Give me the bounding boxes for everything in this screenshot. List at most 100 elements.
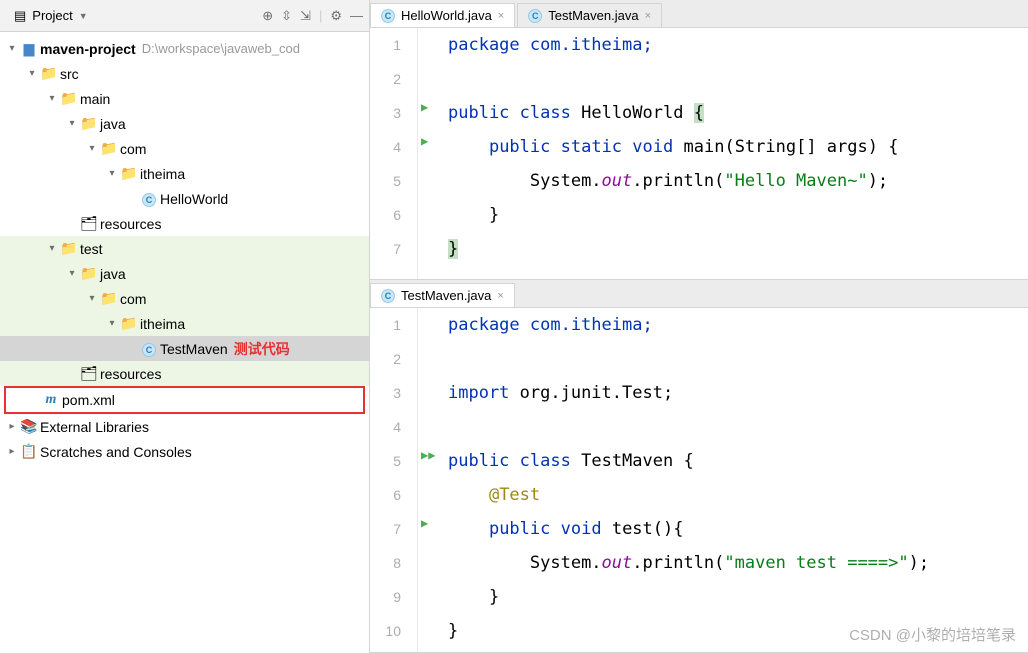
close-icon[interactable]: × bbox=[497, 290, 503, 302]
chevron-down-icon[interactable]: ▾ bbox=[64, 268, 80, 279]
hide-icon[interactable]: — bbox=[350, 8, 363, 23]
tab-helloworld[interactable]: C HelloWorld.java × bbox=[370, 3, 515, 27]
chevron-down-icon[interactable]: ▾ bbox=[104, 168, 120, 179]
tab-testmaven-bottom[interactable]: C TestMaven.java × bbox=[370, 283, 515, 307]
tree-com-main[interactable]: ▾ 📁 com bbox=[0, 136, 369, 161]
tree-main[interactable]: ▾ 📁 main bbox=[0, 86, 369, 111]
class-icon: C bbox=[140, 190, 158, 207]
editor-bottom: C TestMaven.java × 12345678910 ▶▶ ▶ pack… bbox=[370, 280, 1028, 653]
annotation: @Test bbox=[489, 485, 540, 505]
tree-pom[interactable]: m pom.xml bbox=[6, 388, 363, 413]
sidebar-toolbar: ⊕ ⇳ ⇲ | ⚙ — bbox=[262, 8, 363, 24]
tree-label: External Libraries bbox=[38, 419, 149, 435]
field: out bbox=[602, 553, 633, 573]
project-tool-title[interactable]: ▤ Project ▼ bbox=[6, 6, 96, 26]
target-icon[interactable]: ⊕ bbox=[262, 8, 273, 24]
run-icon[interactable]: ▶ bbox=[421, 516, 428, 530]
tree-helloworld[interactable]: C HelloWorld bbox=[0, 186, 369, 211]
ide-window: ▤ Project ▼ ⊕ ⇳ ⇲ | ⚙ — ▾ ▆ maven-projec… bbox=[0, 0, 1028, 653]
tree-resources-main[interactable]: 🗂 resources bbox=[0, 211, 369, 236]
tree-label: itheima bbox=[138, 316, 185, 332]
package-icon: 📁 bbox=[120, 315, 138, 332]
code-body[interactable]: package com.itheima; import org.junit.Te… bbox=[436, 308, 1028, 652]
method: main bbox=[684, 137, 725, 157]
tree-scratches[interactable]: ▸ 📋 Scratches and Consoles bbox=[0, 439, 369, 464]
tree-label: com bbox=[118, 291, 146, 307]
txt: System. bbox=[530, 171, 602, 191]
root-label: maven-project bbox=[38, 41, 136, 57]
kw: void bbox=[632, 137, 673, 157]
params: (String[] args) { bbox=[724, 137, 898, 157]
tree-external-libs[interactable]: ▸ 📚 External Libraries bbox=[0, 414, 369, 439]
folder-icon: 📁 bbox=[60, 90, 78, 107]
txt: .println( bbox=[632, 553, 724, 573]
code-editor-top[interactable]: 1234567 ▶ ▶ package com.itheima; public … bbox=[370, 28, 1028, 279]
string: "Hello Maven~" bbox=[724, 171, 867, 191]
field: out bbox=[602, 171, 633, 191]
txt: (){ bbox=[653, 519, 684, 539]
tab-bar-bottom: C TestMaven.java × bbox=[370, 280, 1028, 308]
tree-root[interactable]: ▾ ▆ maven-project D:\workspace\javaweb_c… bbox=[0, 36, 369, 61]
package-icon: 📁 bbox=[120, 165, 138, 182]
tree-label: java bbox=[98, 266, 126, 282]
resources-icon: 🗂 bbox=[80, 365, 98, 382]
tree-src[interactable]: ▾ 📁 src bbox=[0, 61, 369, 86]
run-icon[interactable]: ▶ bbox=[421, 100, 428, 114]
tree-java-main[interactable]: ▾ 📁 java bbox=[0, 111, 369, 136]
test-folder-icon: 📁 bbox=[80, 265, 98, 282]
project-tree[interactable]: ▾ ▆ maven-project D:\workspace\javaweb_c… bbox=[0, 32, 369, 653]
dropdown-icon: ▼ bbox=[79, 11, 88, 21]
expand-icon[interactable]: ⇲ bbox=[300, 8, 311, 24]
library-icon: 📚 bbox=[20, 418, 38, 435]
run-icon[interactable]: ▶ bbox=[421, 134, 428, 148]
tree-itheima-main[interactable]: ▾ 📁 itheima bbox=[0, 161, 369, 186]
txt: org.junit.Test; bbox=[520, 383, 674, 403]
highlight-box: m pom.xml bbox=[4, 386, 365, 414]
folder-icon: 📁 bbox=[60, 240, 78, 257]
package-icon: 📁 bbox=[100, 140, 118, 157]
brace: { bbox=[694, 103, 704, 123]
tab-bar-top: C HelloWorld.java × C TestMaven.java × bbox=[370, 0, 1028, 28]
tree-resources-test[interactable]: 🗂 resources bbox=[0, 361, 369, 386]
chevron-down-icon[interactable]: ▾ bbox=[24, 68, 40, 79]
tree-label: pom.xml bbox=[60, 392, 115, 408]
close-icon[interactable]: × bbox=[498, 10, 504, 22]
kw: void bbox=[561, 519, 602, 539]
gutter-icons: ▶ ▶ bbox=[418, 28, 436, 279]
tree-com-test[interactable]: ▾ 📁 com bbox=[0, 286, 369, 311]
tree-testmaven[interactable]: C TestMaven 测试代码 bbox=[0, 336, 369, 361]
kw: public bbox=[489, 519, 550, 539]
class-icon: C bbox=[528, 9, 542, 23]
chevron-down-icon[interactable]: ▾ bbox=[84, 143, 100, 154]
module-icon: ▆ bbox=[20, 40, 38, 57]
chevron-right-icon[interactable]: ▸ bbox=[4, 446, 20, 457]
gutter: 1234567 bbox=[370, 28, 418, 279]
editor-area: C HelloWorld.java × C TestMaven.java × 1… bbox=[370, 0, 1028, 653]
close-icon[interactable]: × bbox=[645, 10, 651, 22]
tab-testmaven-top[interactable]: C TestMaven.java × bbox=[517, 3, 662, 27]
chevron-down-icon[interactable]: ▾ bbox=[44, 93, 60, 104]
code-body[interactable]: package com.itheima; public class HelloW… bbox=[436, 28, 1028, 279]
code-editor-bottom[interactable]: 12345678910 ▶▶ ▶ package com.itheima; im… bbox=[370, 308, 1028, 652]
maven-icon: m bbox=[42, 392, 60, 408]
chevron-right-icon[interactable]: ▸ bbox=[4, 421, 20, 432]
tree-test[interactable]: ▾ 📁 test bbox=[0, 236, 369, 261]
separator: | bbox=[319, 8, 322, 23]
gear-icon[interactable]: ⚙ bbox=[330, 8, 342, 24]
chevron-down-icon[interactable]: ▾ bbox=[104, 318, 120, 329]
run-icon[interactable]: ▶▶ bbox=[421, 448, 435, 462]
tree-label: resources bbox=[98, 216, 161, 232]
collapse-icon[interactable]: ⇳ bbox=[281, 8, 292, 24]
tree-itheima-test[interactable]: ▾ 📁 itheima bbox=[0, 311, 369, 336]
tree-label: HelloWorld bbox=[158, 191, 228, 207]
tree-java-test[interactable]: ▾ 📁 java bbox=[0, 261, 369, 286]
kw: static bbox=[561, 137, 622, 157]
brace: } bbox=[489, 587, 499, 607]
txt: ); bbox=[909, 553, 929, 573]
chevron-down-icon[interactable]: ▾ bbox=[64, 118, 80, 129]
chevron-down-icon[interactable]: ▾ bbox=[44, 243, 60, 254]
chevron-down-icon[interactable]: ▾ bbox=[4, 43, 20, 54]
chevron-down-icon[interactable]: ▾ bbox=[84, 293, 100, 304]
root-path: D:\workspace\javaweb_cod bbox=[136, 41, 300, 56]
tree-label: itheima bbox=[138, 166, 185, 182]
